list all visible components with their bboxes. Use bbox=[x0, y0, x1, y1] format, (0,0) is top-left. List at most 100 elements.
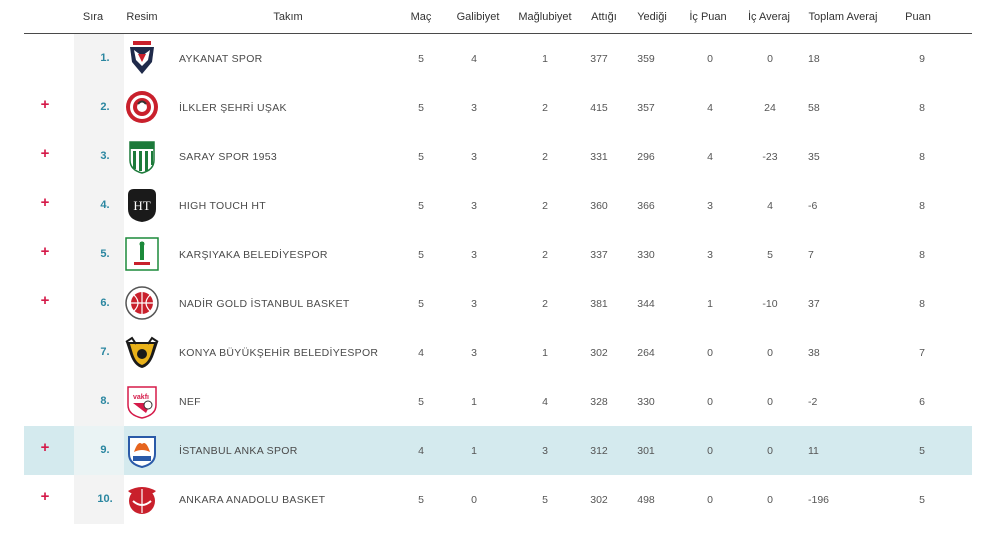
expand-plus-icon[interactable]: + bbox=[38, 146, 52, 161]
team-name[interactable]: HIGH TOUCH HT bbox=[179, 200, 266, 212]
istanbul-anka-spor-logo bbox=[124, 432, 160, 469]
col-resim[interactable]: Resim bbox=[126, 11, 157, 23]
expand-plus-icon[interactable]: + bbox=[38, 195, 52, 210]
expand-plus-icon[interactable]: + bbox=[38, 293, 52, 308]
cell-attigi: 331 bbox=[590, 151, 608, 163]
cell-ic-averaj: 0 bbox=[767, 347, 773, 359]
cell-g: 3 bbox=[471, 249, 477, 261]
cell-m: 4 bbox=[542, 396, 548, 408]
cell-attigi: 377 bbox=[590, 53, 608, 65]
cell-attigi: 312 bbox=[590, 445, 608, 457]
table-row[interactable]: +3. SARAY SPOR 1953 5 3 2 331 296 4 -23 8 35 bbox=[24, 132, 972, 181]
expand-plus-icon[interactable]: + bbox=[38, 97, 52, 112]
team-name[interactable]: KARŞIYAKA BELEDİYESPOR bbox=[179, 249, 328, 261]
col-sira[interactable]: Sıra bbox=[83, 11, 103, 23]
cell-ic-puan: 0 bbox=[707, 347, 713, 359]
cell-m: 5 bbox=[542, 494, 548, 506]
col-takim[interactable]: Takım bbox=[273, 11, 302, 23]
saray-spor-logo bbox=[124, 138, 160, 174]
rank: 10. bbox=[97, 493, 113, 505]
cell-ic-averaj: 0 bbox=[767, 445, 773, 457]
cell-puan: 8 bbox=[919, 151, 925, 163]
cell-ic-averaj: 24 bbox=[764, 102, 776, 114]
col-ic-puan[interactable]: İç Puan bbox=[689, 11, 726, 23]
cell-mac: 5 bbox=[418, 249, 424, 261]
cell-toplam-averaj: 11 bbox=[808, 445, 819, 457]
team-name[interactable]: İSTANBUL ANKA SPOR bbox=[179, 445, 298, 457]
team-name[interactable]: İLKLER ŞEHRİ UŞAK bbox=[179, 102, 287, 114]
table-row[interactable]: +10. ANKARA ANADOLU BASKET 5 0 5 302 498 0 0 5 -19… bbox=[24, 475, 972, 524]
cell-attigi: 328 bbox=[590, 396, 608, 408]
table-row[interactable]: +4. HT HIGH TOUCH HT 5 3 2 360 366 3 4 8 -6 bbox=[24, 181, 972, 230]
team-name[interactable]: ANKARA ANADOLU BASKET bbox=[179, 494, 325, 506]
cell-toplam-averaj: -2 bbox=[808, 396, 818, 408]
expand-plus-icon[interactable]: + bbox=[38, 244, 52, 259]
cell-puan: 8 bbox=[919, 249, 925, 261]
cell-mac: 5 bbox=[418, 151, 424, 163]
col-attigi[interactable]: Attığı bbox=[591, 11, 617, 23]
col-toplam-averaj[interactable]: Toplam Averaj bbox=[809, 11, 878, 23]
table-row[interactable]: 1. AYKANAT SPOR 5 4 1 377 359 0 0 9 18 bbox=[24, 34, 972, 83]
high-touch-ht-logo: HT bbox=[124, 187, 160, 223]
cell-g: 3 bbox=[471, 347, 477, 359]
cell-yedigi: 498 bbox=[637, 494, 655, 506]
team-name[interactable]: KONYA BÜYÜKŞEHİR BELEDİYESPOR bbox=[179, 347, 378, 359]
table-row[interactable]: +9. İSTANBUL ANKA SPOR 4 1 3 312 301 0 0 5 11 bbox=[24, 426, 972, 475]
cell-ic-averaj: -10 bbox=[762, 298, 778, 310]
cell-attigi: 302 bbox=[590, 494, 608, 506]
rank: 3. bbox=[100, 150, 110, 162]
cell-ic-puan: 3 bbox=[707, 249, 713, 261]
team-name[interactable]: NEF bbox=[179, 396, 201, 408]
cell-m: 3 bbox=[542, 445, 548, 457]
cell-yedigi: 301 bbox=[637, 445, 655, 457]
expand-plus-icon[interactable]: + bbox=[38, 440, 52, 455]
cell-yedigi: 366 bbox=[637, 200, 655, 212]
team-name[interactable]: SARAY SPOR 1953 bbox=[179, 151, 277, 163]
table-body: 1. AYKANAT SPOR 5 4 1 377 359 0 0 9 18 +2. İLKLER ŞE… bbox=[24, 34, 972, 524]
cell-m: 2 bbox=[542, 151, 548, 163]
cell-m: 1 bbox=[542, 347, 548, 359]
expand-plus-icon[interactable]: + bbox=[38, 489, 52, 504]
col-galibiyet[interactable]: Galibiyet bbox=[457, 11, 500, 23]
table-row[interactable]: 8. vakfı NEF 5 1 4 328 330 0 0 6 -2 bbox=[24, 377, 972, 426]
cell-g: 0 bbox=[471, 494, 477, 506]
cell-attigi: 415 bbox=[590, 102, 608, 114]
table-row[interactable]: +6. NADİR GOLD İSTANBUL BASKET 5 3 2 381 344 1 -… bbox=[24, 279, 972, 328]
team-name[interactable]: NADİR GOLD İSTANBUL BASKET bbox=[179, 298, 350, 310]
cell-puan: 8 bbox=[919, 298, 925, 310]
cell-toplam-averaj: 37 bbox=[808, 298, 820, 310]
rank: 8. bbox=[100, 395, 110, 407]
rank: 2. bbox=[100, 101, 110, 113]
cell-puan: 5 bbox=[919, 445, 925, 457]
col-maglubiyet[interactable]: Mağlubiyet bbox=[518, 11, 571, 23]
konya-buyuksehir-logo bbox=[124, 334, 160, 370]
team-name[interactable]: AYKANAT SPOR bbox=[179, 53, 263, 65]
cell-mac: 5 bbox=[418, 102, 424, 114]
cell-m: 2 bbox=[542, 102, 548, 114]
cell-m: 2 bbox=[542, 298, 548, 310]
cell-ic-averaj: 0 bbox=[767, 494, 773, 506]
table-row[interactable]: +2. İLKLER ŞEHRİ UŞAK 5 3 2 415 357 4 24 8 58 bbox=[24, 83, 972, 132]
cell-mac: 4 bbox=[418, 347, 424, 359]
cell-toplam-averaj: -196 bbox=[808, 494, 830, 506]
cell-m: 2 bbox=[542, 200, 548, 212]
cell-toplam-averaj: 7 bbox=[808, 249, 814, 261]
cell-yedigi: 344 bbox=[637, 298, 655, 310]
col-mac[interactable]: Maç bbox=[411, 11, 432, 23]
cell-mac: 5 bbox=[418, 298, 424, 310]
cell-yedigi: 296 bbox=[637, 151, 655, 163]
ilkler-sehri-usak-logo bbox=[124, 89, 160, 125]
table-row[interactable]: +5. KARŞIYAKA BELEDİYESPOR 5 3 2 337 330 3 5 8 7 bbox=[24, 230, 972, 279]
cell-g: 1 bbox=[471, 396, 477, 408]
cell-mac: 5 bbox=[418, 200, 424, 212]
cell-g: 3 bbox=[471, 102, 477, 114]
cell-ic-puan: 4 bbox=[707, 102, 713, 114]
table-row[interactable]: 7. KONYA BÜYÜKŞEHİR BELEDİYESPOR 4 3 1 302 264… bbox=[24, 328, 972, 377]
cell-puan: 5 bbox=[919, 494, 925, 506]
cell-g: 3 bbox=[471, 151, 477, 163]
cell-mac: 4 bbox=[418, 445, 424, 457]
cell-ic-puan: 0 bbox=[707, 445, 713, 457]
col-yedigi[interactable]: Yediği bbox=[637, 11, 667, 23]
col-ic-averaj[interactable]: İç Averaj bbox=[748, 11, 790, 23]
col-puan[interactable]: Puan bbox=[905, 11, 931, 23]
